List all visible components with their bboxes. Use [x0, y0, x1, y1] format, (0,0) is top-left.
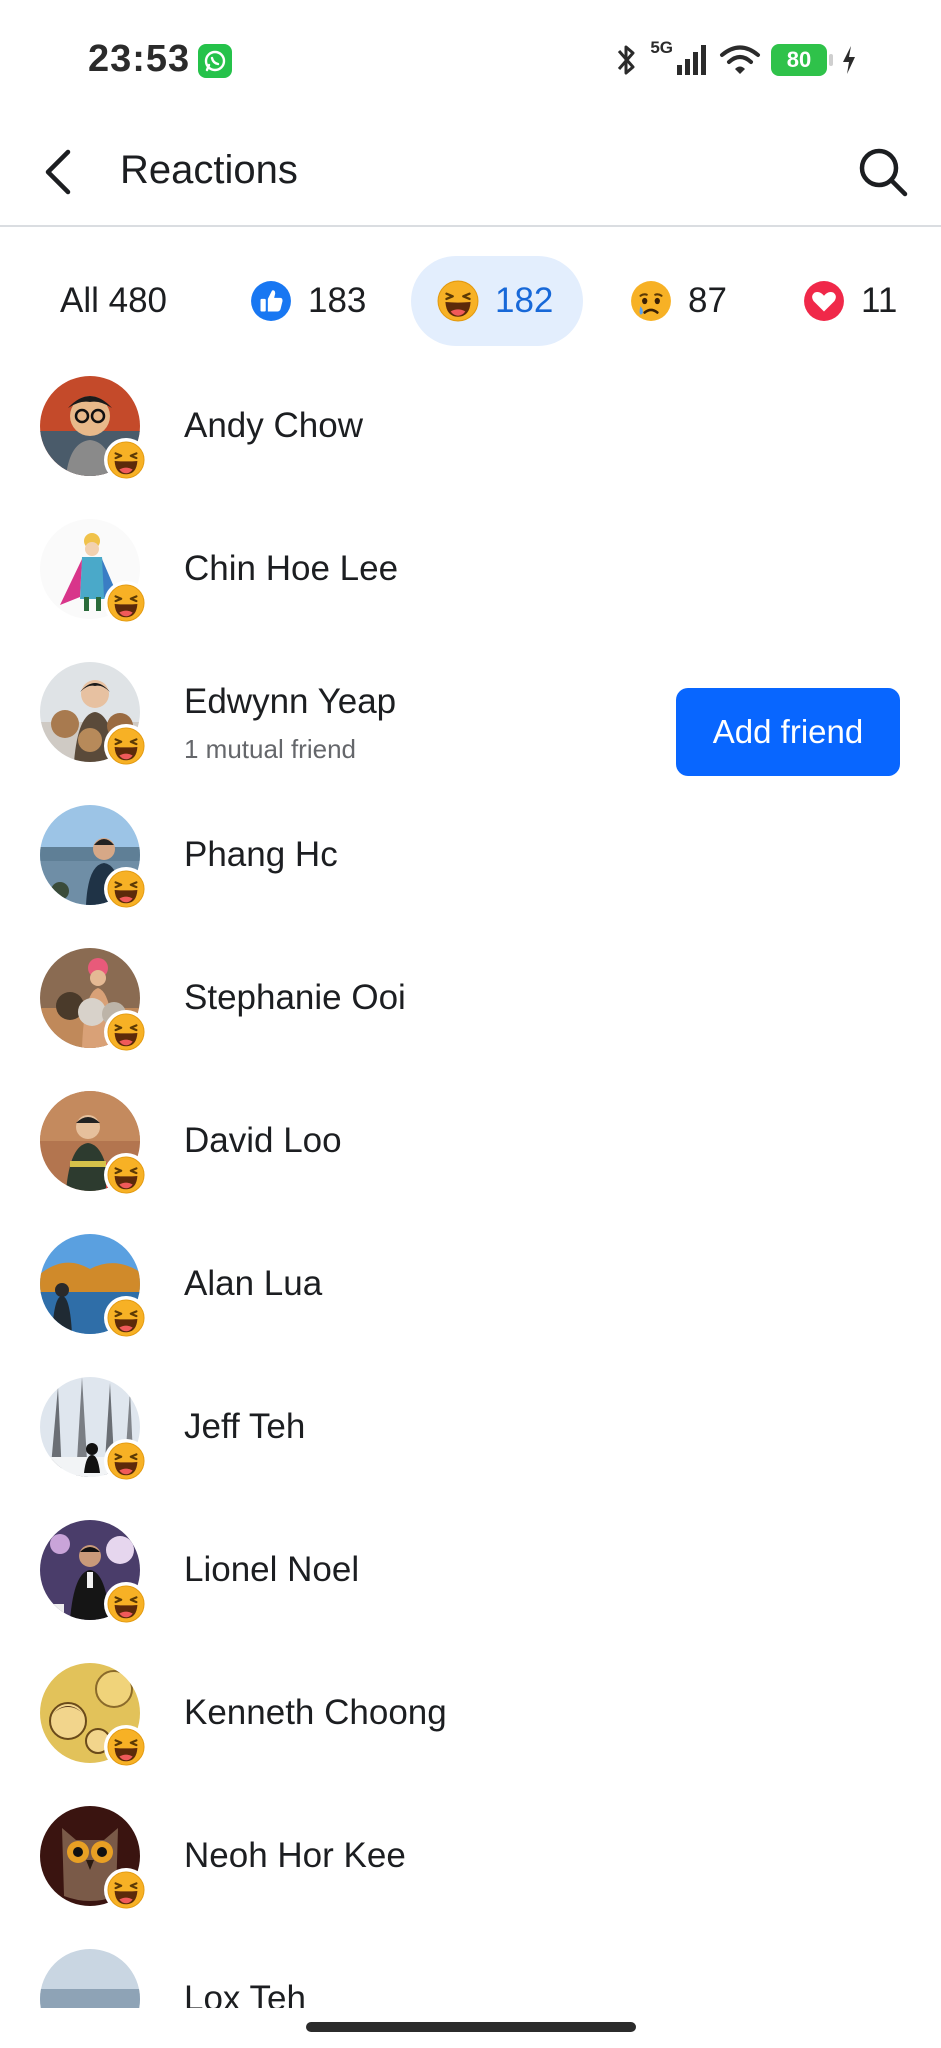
tab-sad[interactable]: 87 [630, 256, 727, 346]
status-bar: 23:53 5G 80 [0, 0, 941, 120]
love-icon [804, 281, 844, 321]
like-icon [251, 281, 291, 321]
reaction-badge [104, 1153, 148, 1197]
haha-icon [107, 727, 145, 765]
reaction-badge [104, 581, 148, 625]
whatsapp-notification-icon [198, 44, 232, 78]
search-button[interactable] [853, 142, 913, 202]
list-item[interactable]: Lox Teh [0, 1941, 941, 2008]
person-name: Andy Chow [184, 406, 363, 445]
person-name: Kenneth Choong [184, 1693, 447, 1732]
haha-icon [107, 441, 145, 479]
haha-icon [107, 870, 145, 908]
page-title: Reactions [120, 148, 298, 192]
reaction-badge [104, 1296, 148, 1340]
list-item[interactable]: Jeff Teh [0, 1369, 941, 1512]
home-indicator[interactable] [306, 2022, 636, 2032]
person-name: Lionel Noel [184, 1550, 360, 1589]
tab-all-label: All 480 [60, 281, 168, 320]
list-item[interactable]: Edwynn Yeap 1 mutual friend Add friend [0, 654, 941, 797]
battery-level: 80 [786, 47, 812, 72]
bluetooth-icon [618, 45, 635, 75]
list-item[interactable]: Stephanie Ooi [0, 940, 941, 1083]
list-item[interactable]: Lionel Noel [0, 1512, 941, 1655]
tab-sad-count: 87 [688, 281, 727, 320]
person-name: Lox Teh [184, 1979, 306, 2008]
person-name: Neoh Hor Kee [184, 1836, 406, 1875]
reaction-badge [104, 1868, 148, 1912]
tab-haha-count: 182 [495, 281, 554, 320]
list-item[interactable]: Andy Chow [0, 368, 941, 511]
person-name: Phang Hc [184, 835, 338, 874]
tab-all[interactable]: All 480 [60, 256, 167, 346]
list-item[interactable]: Kenneth Choong [0, 1655, 941, 1798]
haha-icon [107, 1442, 145, 1480]
add-friend-button[interactable]: Add friend [676, 688, 900, 776]
avatar [40, 1949, 140, 2008]
reaction-filter-tabs: All 480 183 182 87 11 [0, 256, 941, 346]
back-arrow-icon [45, 149, 71, 195]
person-name: Edwynn Yeap [184, 682, 397, 721]
charging-bolt-icon [843, 46, 855, 74]
person-name: Chin Hoe Lee [184, 549, 399, 588]
person-name: David Loo [184, 1121, 342, 1160]
reaction-badge [104, 1725, 148, 1769]
haha-icon [437, 280, 479, 322]
list-item[interactable]: Chin Hoe Lee [0, 511, 941, 654]
reaction-badge [104, 1010, 148, 1054]
mutual-friends-count: 1 mutual friend [184, 734, 356, 764]
battery-indicator: 80 [771, 44, 833, 76]
tab-haha[interactable]: 182 [411, 256, 584, 346]
haha-icon [107, 1013, 145, 1051]
haha-icon [107, 1585, 145, 1623]
list-item[interactable]: David Loo [0, 1083, 941, 1226]
tab-love-count: 11 [861, 281, 898, 320]
sad-icon [631, 281, 671, 321]
reactions-list: Andy Chow Chin Hoe Lee Edwynn Yeap 1 mut… [0, 368, 941, 2008]
haha-icon [107, 1871, 145, 1909]
reaction-badge [104, 867, 148, 911]
search-icon [859, 148, 908, 197]
haha-icon [107, 1156, 145, 1194]
wifi-icon [720, 45, 760, 74]
person-name: Stephanie Ooi [184, 978, 406, 1017]
haha-icon [107, 1299, 145, 1337]
reaction-badge [104, 724, 148, 768]
list-item[interactable]: Neoh Hor Kee [0, 1798, 941, 1941]
back-button[interactable] [36, 142, 86, 202]
list-item[interactable]: Phang Hc [0, 797, 941, 940]
network-type-label: 5G [650, 38, 673, 57]
person-name: Jeff Teh [184, 1407, 306, 1446]
tab-like-count: 183 [308, 281, 367, 320]
reaction-badge [104, 1439, 148, 1483]
reaction-badge [104, 438, 148, 482]
top-app-bar: Reactions [0, 120, 941, 227]
system-indicators: 5G 80 [614, 38, 857, 80]
haha-icon [107, 1728, 145, 1766]
tab-like[interactable]: 183 [250, 256, 366, 346]
person-name: Alan Lua [184, 1264, 323, 1303]
list-item[interactable]: Alan Lua [0, 1226, 941, 1369]
haha-icon [107, 584, 145, 622]
tab-love[interactable]: 11 [803, 256, 897, 346]
reaction-badge [104, 1582, 148, 1626]
status-time: 23:53 [88, 38, 191, 80]
signal-icon [677, 45, 706, 75]
